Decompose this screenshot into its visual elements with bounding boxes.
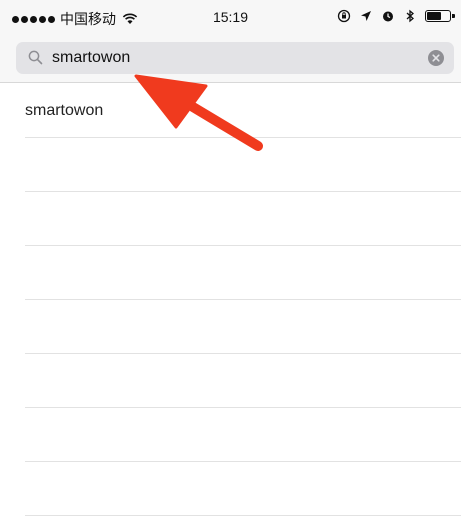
rotation-lock-icon bbox=[337, 9, 351, 23]
search-bar: smartowon bbox=[0, 34, 461, 83]
list-item bbox=[25, 246, 461, 300]
list-item bbox=[25, 354, 461, 408]
search-input[interactable]: smartowon bbox=[52, 42, 130, 74]
result-list: smartowon bbox=[0, 83, 461, 516]
list-item bbox=[25, 408, 461, 462]
list-item bbox=[25, 462, 461, 516]
status-bar-right bbox=[337, 9, 455, 23]
bluetooth-icon bbox=[406, 9, 414, 23]
list-item[interactable]: smartowon bbox=[25, 83, 461, 138]
location-icon bbox=[361, 11, 371, 21]
list-item bbox=[25, 192, 461, 246]
list-item bbox=[25, 138, 461, 192]
battery-icon bbox=[425, 10, 455, 22]
search-icon bbox=[28, 50, 43, 65]
search-field[interactable]: smartowon bbox=[16, 42, 454, 74]
clear-icon[interactable] bbox=[428, 50, 444, 66]
status-bar: 中国移动 15:19 bbox=[0, 0, 461, 34]
alarm-icon bbox=[383, 11, 393, 22]
list-item bbox=[25, 300, 461, 354]
